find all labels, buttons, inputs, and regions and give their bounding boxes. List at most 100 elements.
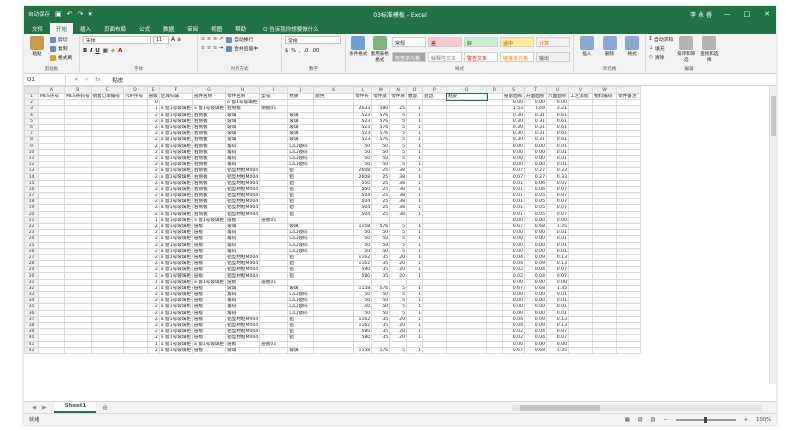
normal-view-icon[interactable]: ▦	[625, 417, 630, 423]
cell[interactable]: a 窗1号玻璃柜	[158, 142, 193, 150]
cell[interactable]: a 窗1号玻璃柜	[158, 222, 193, 231]
font-color-icon[interactable]: A	[118, 48, 122, 54]
cell[interactable]: a 窗1号玻璃柜	[158, 191, 193, 200]
cancel-icon[interactable]: ✕	[74, 77, 79, 83]
cell[interactable]: a 窗1号玻璃柜	[225, 99, 261, 107]
cell[interactable]: a 窗1号玻璃柜	[158, 334, 193, 342]
tab-2[interactable]: 插入	[74, 23, 97, 34]
italic-button[interactable]: I	[90, 48, 92, 54]
cell[interactable]: a 窗1号玻璃柜	[158, 235, 193, 243]
cell[interactable]	[592, 346, 618, 354]
increase-decimal-icon[interactable]: .0	[304, 48, 309, 54]
cell[interactable]: a 窗1号玻璃柜	[158, 290, 193, 299]
cell[interactable]: 铝型材框M004	[225, 334, 261, 342]
cell[interactable]: a 窗1号玻璃柜	[158, 315, 193, 323]
cell[interactable]: a 窗1号玻璃柜	[158, 328, 193, 336]
cell-style-0[interactable]: 常规	[392, 37, 426, 47]
column-header[interactable]: K	[313, 86, 355, 94]
cell[interactable]: a 窗1号玻璃柜	[158, 179, 193, 187]
cell[interactable]: 玻璃	[225, 346, 261, 354]
column-header[interactable]: N	[389, 86, 408, 94]
cell-style-9[interactable]: 输出	[536, 51, 570, 62]
cell-style-4[interactable]: 计算	[536, 37, 570, 47]
header-cell[interactable]: 层级	[146, 92, 160, 101]
font-name-select[interactable]: 宋体	[83, 36, 151, 44]
cell[interactable]: 铝型材框M004	[225, 204, 261, 212]
underline-button[interactable]: U	[95, 48, 99, 54]
vertical-scroll-thumb[interactable]	[771, 96, 776, 136]
tab-4[interactable]: 公式	[133, 23, 156, 34]
cell[interactable]: a 窗1号玻璃柜	[158, 136, 193, 144]
cell[interactable]: a 窗1号玻璃柜	[158, 346, 193, 354]
cell[interactable]: 1.35	[546, 346, 570, 354]
horizontal-scrollbar[interactable]	[512, 404, 762, 411]
cell[interactable]: 铝型材框M004	[225, 167, 261, 175]
cell-style-7[interactable]: 警告文本	[464, 51, 498, 62]
number-format-select[interactable]: 常规	[285, 36, 341, 44]
column-header[interactable]: V	[568, 86, 594, 94]
tab-3[interactable]: 页面布局	[98, 23, 132, 34]
cell-style-2[interactable]: 好	[464, 37, 498, 47]
cell[interactable]: a 窗1号玻璃柜	[158, 154, 193, 163]
format-cells-button[interactable]: 格式	[622, 36, 642, 64]
cell[interactable]: a 窗1号玻璃柜	[158, 340, 193, 348]
fill-color-icon[interactable]: ◆	[111, 48, 115, 54]
zoom-in-icon[interactable]: +	[744, 417, 748, 423]
cell[interactable]	[422, 346, 448, 354]
cell[interactable]: a 窗1号玻璃柜	[158, 247, 193, 255]
cell-style-5[interactable]: 检查单元格	[392, 51, 426, 62]
header-cell[interactable]: 投影面积	[502, 92, 526, 101]
column-header[interactable]: C	[90, 86, 124, 94]
comma-icon[interactable]: ,	[299, 48, 301, 54]
user-name[interactable]: 李 永 睿	[690, 10, 712, 19]
column-header[interactable]: P	[422, 86, 448, 94]
autosum-button[interactable]: Σ 自动求和	[649, 36, 673, 43]
cell[interactable]: 铝型材框M004	[225, 315, 261, 323]
cell[interactable]: 铝型材框M004	[225, 272, 261, 280]
column-header[interactable]: G	[191, 86, 227, 94]
sheet-tab[interactable]: Sheet1	[54, 402, 97, 413]
cell[interactable]: a 窗1号玻璃柜	[158, 297, 193, 305]
cell-style-8[interactable]: 链接单元格	[500, 51, 534, 62]
merge-center-button[interactable]: 合并后居中	[226, 45, 258, 52]
redo-icon[interactable]: ↷	[78, 10, 84, 18]
cell[interactable]: a 窗1号玻璃柜	[191, 105, 227, 113]
vertical-scrollbar[interactable]	[769, 86, 776, 384]
cell[interactable]: a 窗1号玻璃柜	[158, 117, 193, 125]
cell[interactable]	[486, 346, 504, 354]
sort-filter-button[interactable]: 排序和筛选	[676, 36, 696, 64]
cell[interactable]: a 窗1号玻璃柜	[158, 148, 193, 156]
cell[interactable]: 铝型材框M004	[225, 260, 261, 268]
paste-button[interactable]: 粘贴	[27, 36, 47, 64]
column-header[interactable]: M	[371, 86, 391, 94]
header-cell[interactable]: 零件厚	[389, 92, 408, 101]
column-header[interactable]: R	[486, 86, 504, 94]
cell[interactable]: a 窗1号玻璃柜	[158, 284, 193, 293]
zoom-knob[interactable]	[703, 416, 707, 423]
tab-0[interactable]: 文件	[26, 23, 49, 34]
save-icon[interactable]: ▣	[55, 10, 62, 18]
tab-8[interactable]: 帮助	[229, 23, 252, 34]
cell[interactable]: a 窗1号玻璃柜	[158, 210, 193, 218]
cell[interactable]: a 窗1号玻璃柜	[158, 204, 193, 212]
cell[interactable]: a 窗1号玻璃柜	[158, 278, 193, 286]
cell[interactable]	[313, 346, 355, 354]
cell[interactable]	[568, 346, 594, 354]
formula-input[interactable]: 贴皮	[108, 76, 123, 84]
cell[interactable]: a 窗1号玻璃柜	[158, 266, 193, 274]
align-left-icon[interactable]: ≡	[201, 46, 205, 51]
cell[interactable]: a 窗1号玻璃柜	[158, 173, 193, 181]
cell[interactable]	[38, 346, 65, 354]
column-header[interactable]: D	[122, 86, 148, 94]
cell[interactable]: 铝型材框M004	[225, 198, 261, 206]
cell[interactable]: a 窗1号玻璃柜	[158, 123, 193, 132]
cell[interactable]	[616, 346, 642, 354]
percent-icon[interactable]: %	[291, 48, 296, 54]
cell[interactable]: 1158	[353, 346, 373, 354]
cell[interactable]: a 窗1号玻璃柜	[158, 241, 193, 249]
cell[interactable]	[64, 346, 92, 354]
header-cell[interactable]: 开面面积	[524, 92, 548, 101]
delete-cells-button[interactable]: 删除	[600, 36, 620, 64]
cell[interactable]: a 窗1号玻璃柜	[191, 216, 227, 224]
zoom-level[interactable]: 100%	[756, 417, 771, 423]
